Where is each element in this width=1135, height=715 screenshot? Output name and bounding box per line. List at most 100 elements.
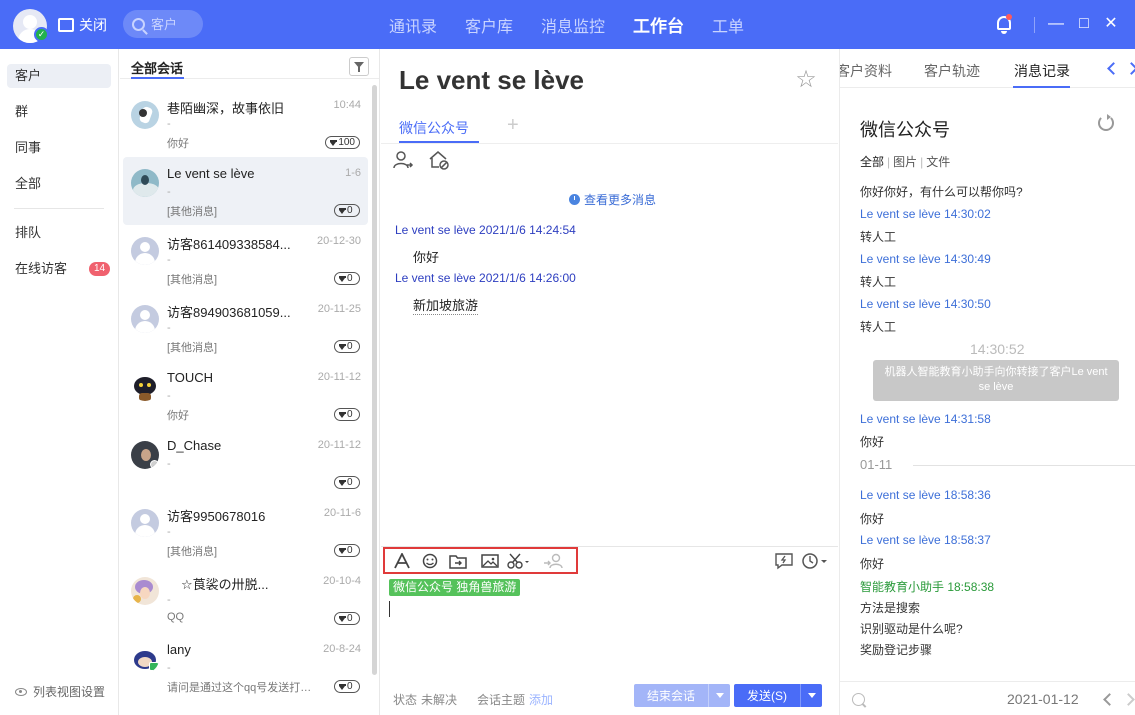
chevron-down-icon[interactable] [800,684,822,707]
online-check-icon: ✓ [34,27,49,42]
conversation-preview: QQ [167,611,185,623]
history-message: 识别驱动是什么呢? [860,622,963,636]
filter-images[interactable]: 图片 [893,155,917,169]
filter-separator: | [920,155,924,169]
font-icon[interactable] [393,553,411,569]
gem-count: 0 [347,273,353,284]
chevron-left-icon[interactable] [1102,693,1114,707]
leftnav-all[interactable]: 全部 [7,172,111,196]
nav-workbench[interactable]: 工作台 [633,12,684,37]
avatar [131,509,159,537]
list-view-settings[interactable]: 列表视图设置 [15,683,105,700]
conversation-placeholder: - [167,254,171,266]
history-date[interactable]: 2021-01-12 [1007,691,1079,707]
tab-message-history[interactable]: 消息记录 [1014,61,1070,81]
conversation-placeholder: - [167,458,171,470]
divider [381,143,838,144]
message-text: 你好 [413,250,440,265]
history-clock-icon[interactable] [801,552,829,570]
search-icon[interactable] [852,693,865,706]
gem-count-badge: 0 [334,272,360,285]
conversation-item[interactable]: 访客861409338584... 20-12-30 - [其他消息] 0 [123,225,368,293]
quick-reply-icon[interactable] [774,552,794,570]
customer-search[interactable] [123,10,203,38]
minimize-button[interactable]: — [1045,13,1067,35]
gem-count: 100 [338,137,355,148]
chevron-left-icon[interactable] [1106,62,1118,76]
history-footer: 2021-01-12 [840,681,1135,715]
block-home-icon[interactable] [428,149,450,171]
conversation-item[interactable]: TOUCH 20-11-12 - 你好 0 [123,361,368,429]
leftnav-queue[interactable]: 排队 [7,221,111,245]
status-value[interactable]: 未解决 [421,691,457,708]
chevron-down-icon[interactable] [708,684,730,707]
maximize-button[interactable]: □ [1073,13,1095,35]
gem-count: 0 [347,341,353,352]
filter-files[interactable]: 文件 [926,155,950,169]
gem-count: 0 [347,205,353,216]
add-channel-icon[interactable]: + [507,114,519,137]
nav-tickets[interactable]: 工单 [712,13,744,37]
history-message: 方法是搜索 [860,601,921,615]
add-topic-link[interactable]: 添加 [529,691,553,708]
emoji-icon[interactable] [421,553,439,569]
chevron-right-icon[interactable] [1127,62,1135,76]
nav-customer-library[interactable]: 客户库 [465,13,513,37]
conversation-name: lany [167,642,191,657]
conversation-item[interactable]: lany 20-8-24 - 请问是通过这个qq号发送打印... 0 [123,633,368,701]
conversation-time: 20-12-30 [316,235,361,247]
add-user-icon[interactable] [392,149,414,171]
leftnav-colleagues[interactable]: 同事 [7,136,111,160]
conversation-item[interactable]: 访客9950678016 20-11-6 - [其他消息] 0 [123,497,368,565]
diamond-icon [339,615,346,622]
text-cursor [389,601,390,617]
star-icon[interactable]: ☆ [794,68,818,92]
leftnav-customers[interactable]: 客户 [7,64,111,88]
nav-message-monitor[interactable]: 消息监控 [541,13,605,37]
end-conversation-button[interactable]: 结束会话 [634,684,730,707]
bell-icon[interactable] [995,14,1013,34]
close-button[interactable]: 关闭 [58,15,107,35]
filter-all[interactable]: 全部 [860,155,884,169]
history-message: 你好你好，有什么可以帮你吗? [860,185,1023,199]
tab-customer-profile[interactable]: 客户资料 [840,61,892,81]
refresh-icon[interactable] [1098,114,1114,131]
send-button[interactable]: 发送(S) [734,684,822,707]
conversation-item[interactable]: D_Chase 20-11-12 - 0 [123,429,368,497]
tab-wechat-official[interactable]: 微信公众号 [399,118,469,138]
screenshot-scissors-icon[interactable] [507,553,533,569]
channel-badge: 微信公众号 独角兽旅游 [389,579,521,596]
image-icon[interactable] [481,553,499,569]
end-conversation-label: 结束会话 [646,689,695,703]
history-message: 你好 [860,435,885,449]
nav-contacts[interactable]: 通讯录 [389,13,437,37]
avatar [131,169,159,197]
conversation-list: 全部会话 巷陌幽深，故事依旧 10:44 - 你好 100 Le vent se… [120,49,380,715]
conversation-list-scrollbar[interactable] [372,85,377,675]
conversation-item[interactable]: ☆莨裟の卅脱... 20-10-4 - QQ 0 [123,565,368,633]
leftnav-groups[interactable]: 群 [7,100,111,124]
conversation-item[interactable]: 访客894903681059... 20-11-25 - [其他消息] 0 [123,293,368,361]
conversation-time: 10:44 [333,99,361,111]
conversation-name: TOUCH [167,370,213,385]
filter-icon[interactable] [349,57,369,76]
view-more-messages-link[interactable]: 查看更多消息 [569,191,656,208]
conversation-list-title[interactable]: 全部会话 [131,58,183,77]
history-message: 转人工 [860,320,897,334]
search-input[interactable] [151,16,191,32]
conversation-item[interactable]: 巷陌幽深，故事依旧 10:44 - 你好 100 [123,89,368,157]
conversation-item[interactable]: Le vent se lève 1-6 - [其他消息] 0 [123,157,368,225]
conversation-preview: 请问是通过这个qq号发送打印... [167,682,317,694]
history-meta: Le vent se lève 14:30:02 [860,207,991,221]
send-file-icon[interactable] [449,553,467,569]
editor-toolbar [383,547,578,574]
conversation-name: Le vent se lève [167,166,255,181]
tab-customer-trail[interactable]: 客户轨迹 [924,61,980,81]
message-meta: Le vent se lève 2021/1/6 14:26:00 [395,271,576,285]
conversation-placeholder: - [167,118,171,130]
history-meta: Le vent se lève 14:31:58 [860,412,991,426]
transfer-user-icon[interactable] [543,553,565,569]
leftnav-online-visitors[interactable]: 在线访客 14 [7,257,111,281]
chevron-right-icon[interactable] [1124,693,1135,707]
window-close-button[interactable]: ✕ [1100,13,1122,35]
